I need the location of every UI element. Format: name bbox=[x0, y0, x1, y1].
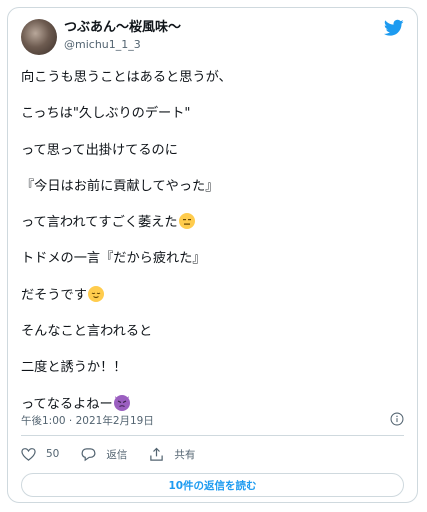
tweet-line: トドメの一言『だから疲れた』 bbox=[21, 251, 206, 267]
tweet-body: 向こうも思うことはあると思うが、 こっちは"久しぶりのデート" って思って出掛け… bbox=[21, 68, 405, 431]
divider bbox=[21, 435, 404, 436]
tweet-timestamp[interactable]: 午後1:00 · 2021年2月19日 bbox=[21, 413, 154, 428]
tweet-line: こっちは"久しぶりのデート" bbox=[21, 106, 191, 122]
tweet-line: 二度と誘うか！！ bbox=[21, 360, 127, 376]
tweet-line: って言われてすごく萎えた bbox=[21, 213, 405, 249]
like-count: 50 bbox=[46, 448, 60, 460]
twitter-bird-icon[interactable] bbox=[384, 19, 404, 37]
tweet-card: つぶあん〜桜風味〜 @michu1_1_3 向こうも思うことはあると思うが、 こ… bbox=[7, 7, 418, 503]
author-handle[interactable]: @michu1_1_3 bbox=[64, 37, 141, 53]
angry-devil-face-icon bbox=[113, 394, 130, 411]
tweet-line: 向こうも思うことはあると思うが、 bbox=[21, 70, 232, 85]
expressionless-face-icon bbox=[178, 213, 195, 230]
tweet-actions: 50 返信 共有 bbox=[21, 445, 217, 463]
info-icon[interactable] bbox=[390, 412, 404, 426]
share-label: 共有 bbox=[174, 448, 196, 461]
read-replies-button[interactable]: 10件の返信を読む bbox=[21, 473, 404, 497]
reply-icon bbox=[81, 447, 96, 461]
heart-icon bbox=[21, 447, 36, 461]
author-display-name[interactable]: つぶあん〜桜風味〜 bbox=[64, 19, 181, 37]
reply-button[interactable]: 返信 bbox=[81, 447, 127, 462]
tweet-line: だそうです bbox=[21, 285, 405, 322]
reply-label: 返信 bbox=[106, 448, 128, 461]
share-icon bbox=[150, 447, 164, 461]
like-button[interactable]: 50 bbox=[21, 447, 59, 462]
tweet-line: って思って出掛けてるのに bbox=[21, 142, 178, 158]
relieved-face-icon bbox=[87, 285, 104, 302]
avatar[interactable] bbox=[21, 19, 57, 55]
share-button[interactable]: 共有 bbox=[149, 447, 195, 462]
tweet-line: 『今日はお前に貢献してやった』 bbox=[21, 178, 219, 194]
tweet-line: そんなこと言われると bbox=[21, 324, 153, 340]
